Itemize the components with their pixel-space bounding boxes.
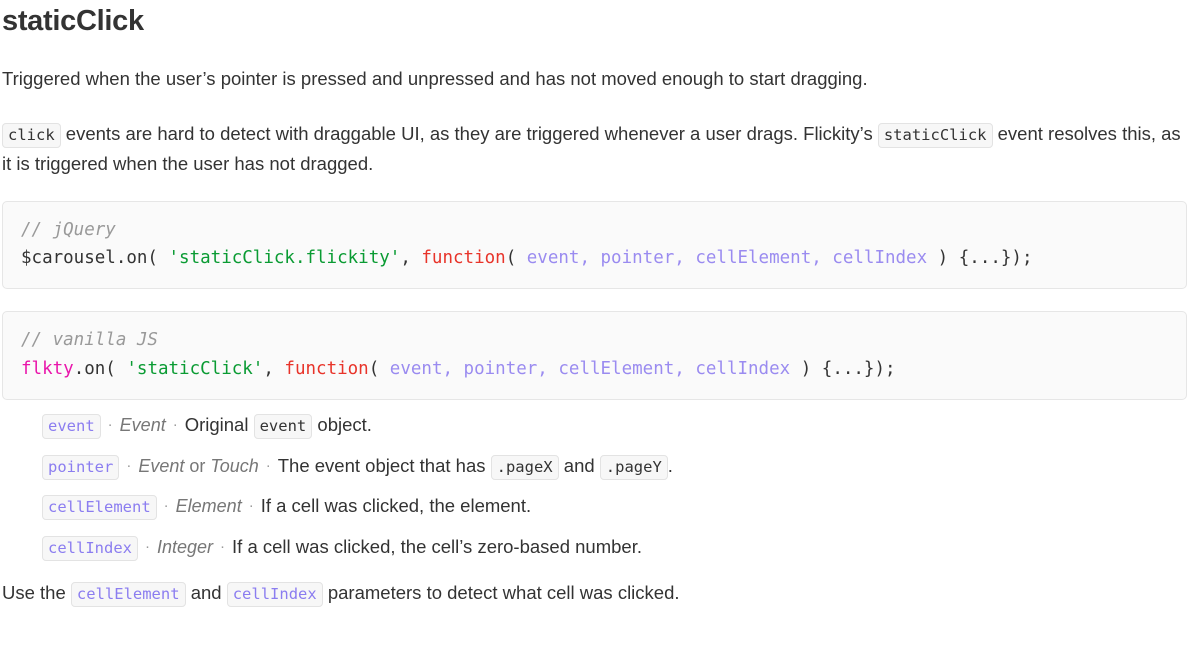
list-item: cellIndex · Integer · If a cell was clicked,… [42,535,1187,561]
code-token-variable: flkty [21,358,74,379]
separator-dot: · [163,497,169,515]
code-token-string: 'staticClick.flickity' [168,248,401,269]
param-desc-code-2: .pageY [599,454,668,480]
closing-text-1: Use the [2,582,71,604]
code-token: ( [505,248,527,269]
second-paragraph-text-1: events are hard to detect with draggable… [60,122,878,144]
parameter-list: event · Event · Original event object. point… [2,400,1187,561]
code-token: ( [368,358,390,379]
closing-text-2: and [185,582,227,604]
code-token: , [263,358,285,379]
param-type-alt: Touch [210,455,259,476]
param-type: Event [119,415,166,436]
code-block-vanilla-js: // vanilla JS flkty.on( 'staticClick', f… [2,311,1187,401]
code-comment: // vanilla JS [21,330,158,351]
code-token-params: event, pointer, cellElement, cellIndex [389,358,791,379]
inline-code-click: click [2,122,61,148]
param-name-pointer[interactable]: pointer [42,454,120,480]
separator-dot: · [107,416,113,434]
code-token-params: event, pointer, cellElement, cellIndex [526,248,928,269]
separator-dot: · [172,416,178,434]
param-type: Event [138,455,185,476]
inline-code-cellelement[interactable]: cellElement [70,582,186,608]
code-token: ) {...}); [790,358,896,379]
code-token: ) {...}); [927,248,1033,269]
param-desc-code: event [253,414,313,440]
param-type-join: or [184,455,211,476]
closing-text-3: parameters to detect what cell was click… [322,582,680,604]
code-comment: // jQuery [21,219,116,240]
list-item: event · Event · Original event object. [42,414,1187,457]
page-title: staticClick [2,5,144,37]
param-name-cellindex[interactable]: cellIndex [42,535,138,561]
param-type: Element [175,496,242,517]
param-desc-text: The event object that has [277,454,491,476]
code-token: , [400,248,422,269]
code-token-keyword: function [284,358,369,379]
separator-dot: · [220,537,226,555]
list-item: cellElement · Element · If a cell was clicke… [42,495,1187,538]
inline-code-cellindex[interactable]: cellIndex [226,582,323,608]
param-desc-code: .pageX [490,454,559,480]
code-token: .on( [73,358,127,379]
separator-dot: · [248,497,254,515]
documentation-page: staticClick Triggered when the user’s po… [0,0,1197,608]
code-token-keyword: function [421,248,506,269]
separator-dot: · [126,456,132,474]
code-block-jquery: // jQuery $carousel.on( 'staticClick.fli… [2,200,1187,290]
param-desc-text: If a cell was clicked, the cell’s zero-b… [232,535,642,557]
param-name-event[interactable]: event [42,414,101,440]
param-desc-text: Original [184,414,254,436]
separator-dot: · [265,456,271,474]
param-desc-text-after: object. [312,414,372,436]
intro-paragraph: Triggered when the user’s pointer is pre… [2,67,868,89]
param-desc-text-after: and [558,454,600,476]
closing-paragraph: Use the cellElement and cellIndex parame… [2,556,1187,608]
code-token-string: 'staticClick' [126,358,264,379]
second-paragraph: click events are hard to detect with dra… [2,94,1187,179]
separator-dot: · [145,537,150,555]
param-name-cellelement[interactable]: cellElement [42,495,157,521]
param-desc-text: If a cell was clicked, the element. [260,495,532,517]
param-type: Integer [157,536,214,557]
param-desc-text-end: . [667,454,673,476]
inline-code-staticclick: staticClick [877,122,993,148]
list-item: pointer · Event or Touch · The event object … [42,454,1187,498]
code-token: $carousel.on( [21,248,169,269]
